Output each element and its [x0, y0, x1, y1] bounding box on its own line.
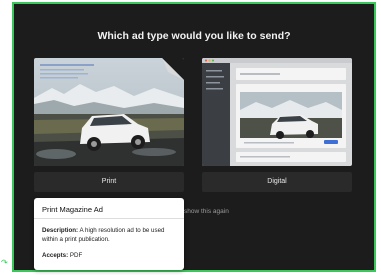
digital-option-button[interactable]: Digital — [202, 172, 352, 192]
dont-show-again-label[interactable]: show this again — [184, 208, 229, 215]
accepts-value: PDF — [69, 252, 83, 259]
print-option-button[interactable]: Print — [34, 172, 184, 192]
dialog-title: Which ad type would you like to send? — [97, 30, 291, 42]
tooltip-divider — [34, 218, 184, 219]
print-ad-image — [34, 58, 184, 166]
print-ad-tooltip: Print Magazine Ad Description: A high re… — [34, 198, 184, 270]
description-label: Description: — [42, 227, 79, 234]
digital-ad-image — [202, 58, 352, 166]
tooltip-title: Print Magazine Ad — [42, 205, 103, 214]
arrow-icon: ↷ — [1, 258, 8, 267]
tooltip-description: Description: A high resolution ad to be … — [42, 226, 178, 244]
digital-ad-preview[interactable] — [202, 58, 352, 166]
print-ad-preview[interactable] — [34, 58, 184, 166]
accepts-label: Accepts: — [42, 252, 69, 259]
tooltip-accepts: Accepts: PDF — [42, 252, 82, 259]
